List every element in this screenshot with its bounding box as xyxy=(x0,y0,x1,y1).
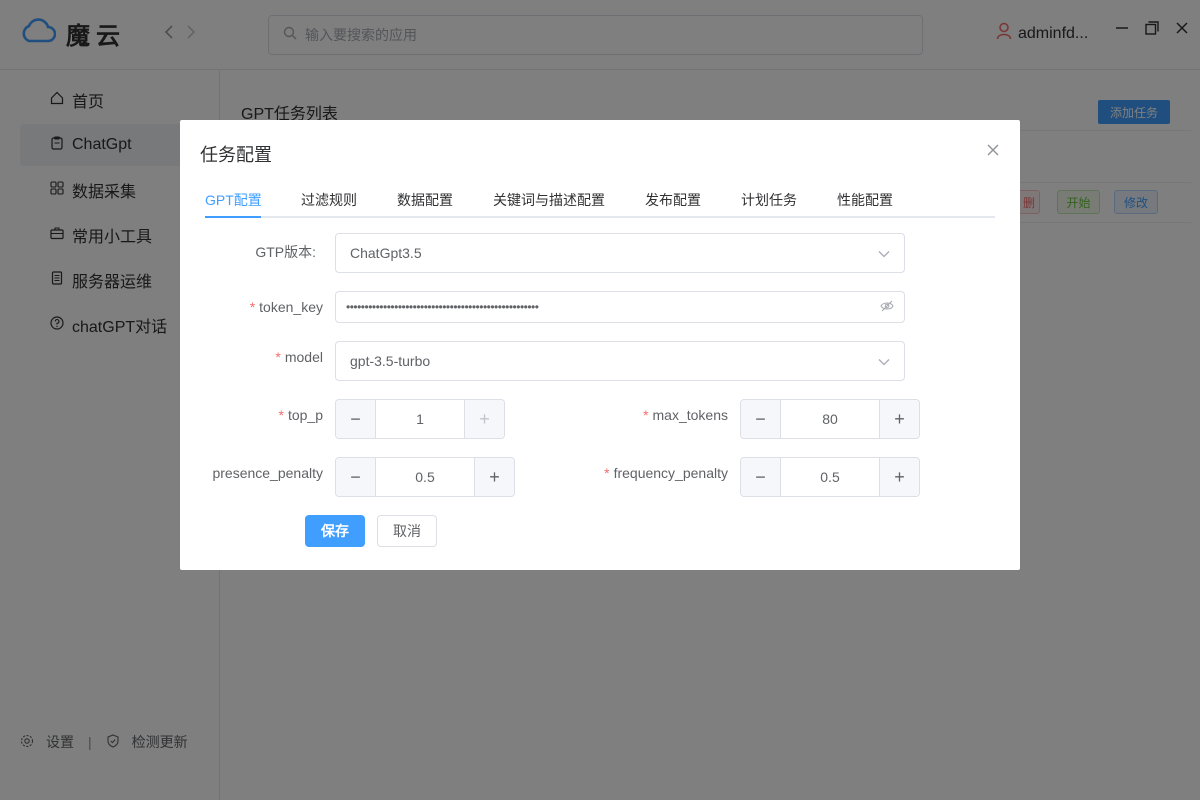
token-key-value: ••••••••••••••••••••••••••••••••••••••••… xyxy=(346,300,539,314)
top-p-stepper[interactable]: − 1 + xyxy=(335,399,505,439)
dialog-title: 任务配置 xyxy=(200,145,272,165)
eye-hidden-icon[interactable] xyxy=(880,299,894,315)
model-value: gpt-3.5-turbo xyxy=(350,353,431,369)
tab-scheduled-tasks[interactable]: 计划任务 xyxy=(741,190,797,210)
tab-data-config[interactable]: 数据配置 xyxy=(397,190,453,210)
decrement-button[interactable]: − xyxy=(741,400,781,438)
model-label: * model xyxy=(200,349,323,365)
frequency-penalty-value[interactable]: 0.5 xyxy=(781,469,879,485)
decrement-button[interactable]: − xyxy=(336,458,376,496)
max-tokens-stepper[interactable]: − 80 + xyxy=(740,399,920,439)
tab-gpt-config[interactable]: GPT配置 xyxy=(205,190,262,210)
decrement-button[interactable]: − xyxy=(741,458,781,496)
required-mark: * xyxy=(249,299,256,315)
increment-button[interactable]: + xyxy=(879,400,919,438)
close-icon[interactable] xyxy=(986,143,1000,157)
presence-penalty-label: presence_penalty xyxy=(200,465,323,481)
field-label-text: token_key xyxy=(259,299,323,315)
required-mark: * xyxy=(643,407,649,423)
gtp-version-select[interactable]: ChatGpt3.5 xyxy=(335,233,905,273)
config-tabs: GPT配置 过滤规则 数据配置 关键词与描述配置 发布配置 计划任务 性能配置 xyxy=(205,182,995,218)
tab-performance-config[interactable]: 性能配置 xyxy=(837,190,893,210)
tab-publish-config[interactable]: 发布配置 xyxy=(645,190,701,210)
field-label-text: frequency_penalty xyxy=(613,465,728,481)
save-button[interactable]: 保存 xyxy=(305,515,365,547)
chevron-down-icon xyxy=(878,353,890,369)
presence-penalty-value[interactable]: 0.5 xyxy=(376,469,474,485)
field-label-text: presence_penalty xyxy=(212,465,323,481)
frequency-penalty-label: * frequency_penalty xyxy=(580,465,728,481)
increment-button[interactable]: + xyxy=(474,458,514,496)
top-p-label: * top_p xyxy=(200,407,324,423)
max-tokens-value[interactable]: 80 xyxy=(781,411,879,427)
max-tokens-label: * max_tokens xyxy=(580,407,728,423)
model-select[interactable]: gpt-3.5-turbo xyxy=(335,341,905,381)
increment-button[interactable]: + xyxy=(464,400,504,438)
field-label-text: model xyxy=(284,349,323,365)
decrement-button[interactable]: − xyxy=(336,400,376,438)
presence-penalty-stepper[interactable]: − 0.5 + xyxy=(335,457,515,497)
token-key-label: * token_key xyxy=(200,299,323,315)
token-key-input[interactable]: ••••••••••••••••••••••••••••••••••••••••… xyxy=(335,291,905,323)
field-label-text: GTP版本: xyxy=(255,244,316,260)
required-mark: * xyxy=(604,465,610,481)
top-p-value[interactable]: 1 xyxy=(376,411,464,427)
cancel-button[interactable]: 取消 xyxy=(377,515,437,547)
gtp-version-value: ChatGpt3.5 xyxy=(350,245,422,261)
required-mark: * xyxy=(275,349,281,365)
increment-button[interactable]: + xyxy=(879,458,919,496)
gtp-version-label: GTP版本: xyxy=(200,242,316,262)
tab-filter-rules[interactable]: 过滤规则 xyxy=(301,190,357,210)
required-mark: * xyxy=(278,407,284,423)
task-config-dialog: 任务配置 GPT配置 过滤规则 数据配置 关键词与描述配置 发布配置 计划任务 … xyxy=(180,120,1020,570)
chevron-down-icon xyxy=(878,245,890,261)
field-label-text: top_p xyxy=(287,407,323,423)
frequency-penalty-stepper[interactable]: − 0.5 + xyxy=(740,457,920,497)
tab-keywords-config[interactable]: 关键词与描述配置 xyxy=(493,190,605,210)
active-tab-indicator xyxy=(205,216,261,218)
field-label-text: max_tokens xyxy=(652,407,728,423)
